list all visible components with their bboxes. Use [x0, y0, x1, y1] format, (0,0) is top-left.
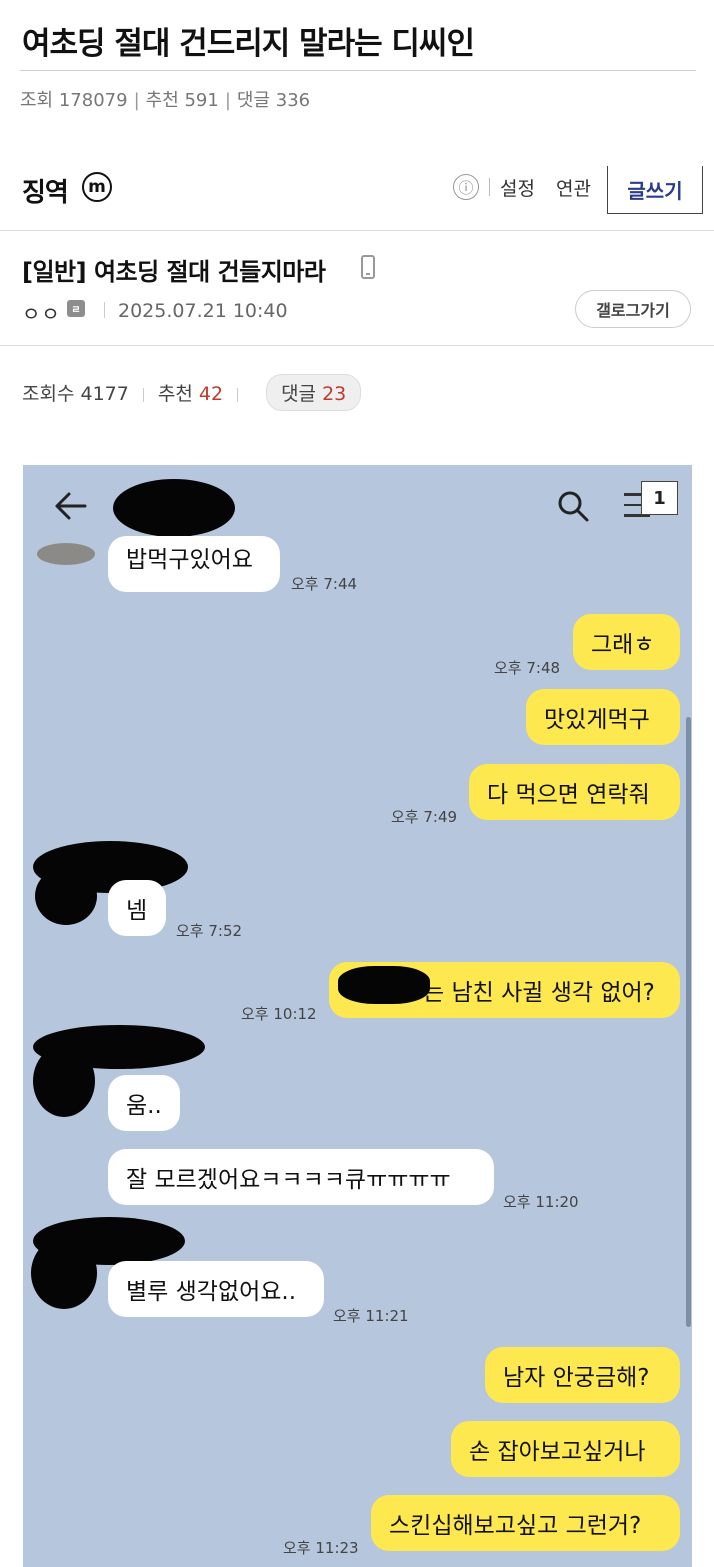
meta-separator [104, 302, 105, 318]
related-link[interactable]: 연관 [556, 174, 591, 201]
comments-chip[interactable]: 댓글 23 [266, 374, 362, 411]
stats-separator: | [224, 90, 231, 111]
redacted-avatar [31, 1237, 97, 1309]
chat-bubble-incoming: 잘 모르겠어요ㅋㅋㅋㅋ큐ㅠㅠㅠㅠ [108, 1149, 494, 1205]
mobile-icon [361, 255, 375, 279]
chat-time: 오후 7:49 [391, 808, 458, 826]
chat-time: 오후 11:20 [503, 1193, 579, 1211]
chat-bubble-outgoing: 남자 안궁금해? [485, 1347, 680, 1403]
chat-time: 오후 7:52 [176, 922, 243, 940]
redacted-avatar [33, 1045, 95, 1117]
redacted-name [338, 966, 430, 1004]
chat-screenshot: 1 밥먹구있어요 오후 7:44 그래ㅎ 오후 7:48 맛있게먹구 다 먹으면… [23, 465, 692, 1567]
article-stats: 조회수 4177 추천 42 댓글 23 [22, 374, 362, 411]
chat-scrollbar [686, 717, 691, 1327]
settings-link[interactable]: 설정 [500, 174, 535, 201]
search-icon [556, 489, 590, 527]
comments-count: 23 [322, 383, 347, 405]
chat-bubble-outgoing: 맛있게먹구 [526, 689, 680, 745]
stats-separator: | [133, 90, 140, 111]
chat-bubble-incoming: 밥먹구있어요 [108, 536, 280, 592]
gallery-name[interactable]: 징역 [22, 172, 69, 209]
chat-time: 오후 11:23 [283, 1539, 359, 1557]
views-label: 조회수 [22, 383, 75, 405]
avatar [37, 543, 95, 565]
recommend-count: 42 [198, 383, 224, 405]
chat-time: 오후 11:21 [333, 1307, 409, 1325]
chat-time: 오후 7:48 [494, 659, 561, 677]
recommend-label: 추천 [157, 383, 193, 405]
bar-separator [489, 178, 490, 196]
author-name[interactable]: ㅇㅇ [22, 298, 61, 327]
post-views: 조회 178079 [20, 90, 128, 111]
chat-bubble-outgoing: 스킨십해보고싶고 그런거? [371, 1495, 680, 1551]
author-badge-icon: ㄹ [67, 300, 85, 317]
chat-bubble-incoming: 별루 생각없어요.. [108, 1261, 324, 1317]
chat-bubble-outgoing: 그래ㅎ [573, 614, 680, 670]
views-count: 4177 [80, 383, 129, 405]
post-comments: 댓글 336 [236, 90, 311, 111]
post-date: 2025.07.21 10:40 [118, 300, 288, 322]
chat-bubble-incoming: 움.. [108, 1075, 180, 1131]
chat-bubble-outgoing: 손 잡아보고싶거나 [451, 1421, 680, 1477]
chat-time: 오후 10:12 [241, 1005, 317, 1023]
post-title: 여초딩 절대 건드리지 말라는 디씨인 [22, 26, 475, 62]
post-recommend: 추천 591 [145, 90, 219, 111]
title-divider [20, 70, 696, 71]
stats-separator [237, 387, 239, 402]
page-number-badge: 1 [641, 481, 678, 515]
chat-bubble-incoming: 넴 [108, 880, 166, 936]
info-icon[interactable]: ⓘ [453, 174, 479, 200]
post-stats: 조회 178079 | 추천 591 | 댓글 336 [20, 86, 310, 112]
redacted-name [113, 479, 235, 537]
comments-label: 댓글 [281, 383, 317, 405]
chat-bubble-outgoing: 다 먹으면 연락줘 [469, 764, 680, 820]
redacted-avatar [35, 867, 97, 925]
chat-time: 오후 7:44 [291, 575, 358, 593]
gallog-button[interactable]: 갤로그가기 [575, 290, 691, 328]
header-divider [0, 345, 714, 346]
minor-gallery-icon: m [82, 172, 112, 202]
stats-separator [142, 387, 144, 402]
back-arrow-icon [53, 491, 87, 525]
article-title: [일반] 여초딩 절대 건들지마라 [22, 258, 326, 286]
gallery-bar: 징역 m ⓘ 설정 연관 글쓰기 [0, 150, 714, 231]
write-button[interactable]: 글쓰기 [607, 166, 703, 214]
